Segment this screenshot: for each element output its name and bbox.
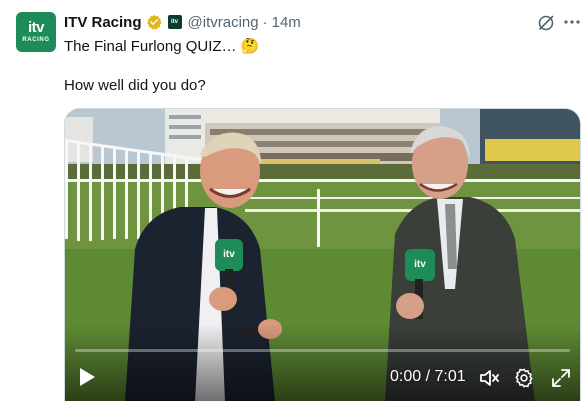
- tweet-text-line: How well did you do?: [64, 77, 206, 94]
- avatar-logo-subtext: RACING: [22, 37, 50, 43]
- grok-icon[interactable]: [536, 13, 556, 33]
- tweet-card[interactable]: itv RACING ITV Racing itv @itvracing · 1…: [0, 0, 583, 401]
- tweet-header: ITV Racing itv @itvracing · 14m: [64, 12, 301, 32]
- mic-logo-text: itv: [414, 259, 426, 270]
- handle[interactable]: @itvracing: [188, 14, 259, 31]
- video-controls: 0:00 / 7:01: [65, 361, 580, 395]
- display-name[interactable]: ITV Racing: [64, 14, 142, 31]
- verified-badge-icon[interactable]: [146, 14, 162, 30]
- affiliate-badge[interactable]: itv: [167, 15, 182, 29]
- more-icon[interactable]: [563, 13, 581, 31]
- affiliate-badge-text: itv: [171, 19, 179, 25]
- separator-dot: ·: [262, 13, 268, 31]
- gear-icon[interactable]: [513, 367, 535, 389]
- video-player[interactable]: itv itv 0:00 / 7:01: [64, 108, 581, 401]
- tweet-text: The Final Furlong QUIZ… 🤔 How well did y…: [64, 37, 564, 96]
- expand-icon[interactable]: [551, 368, 571, 388]
- muted-speaker-icon[interactable]: [478, 367, 500, 389]
- video-frame: itv itv: [65, 109, 580, 401]
- video-timecode: 0:00 / 7:01: [390, 368, 466, 385]
- avatar[interactable]: itv RACING: [16, 12, 56, 52]
- timestamp[interactable]: 14m: [272, 14, 301, 31]
- play-icon[interactable]: [77, 366, 97, 388]
- mic-logo-text: itv: [223, 249, 235, 260]
- avatar-logo-text: itv: [27, 19, 45, 36]
- tweet-text-line: The Final Furlong QUIZ… 🤔: [64, 38, 260, 55]
- video-progress-bar[interactable]: [75, 349, 570, 352]
